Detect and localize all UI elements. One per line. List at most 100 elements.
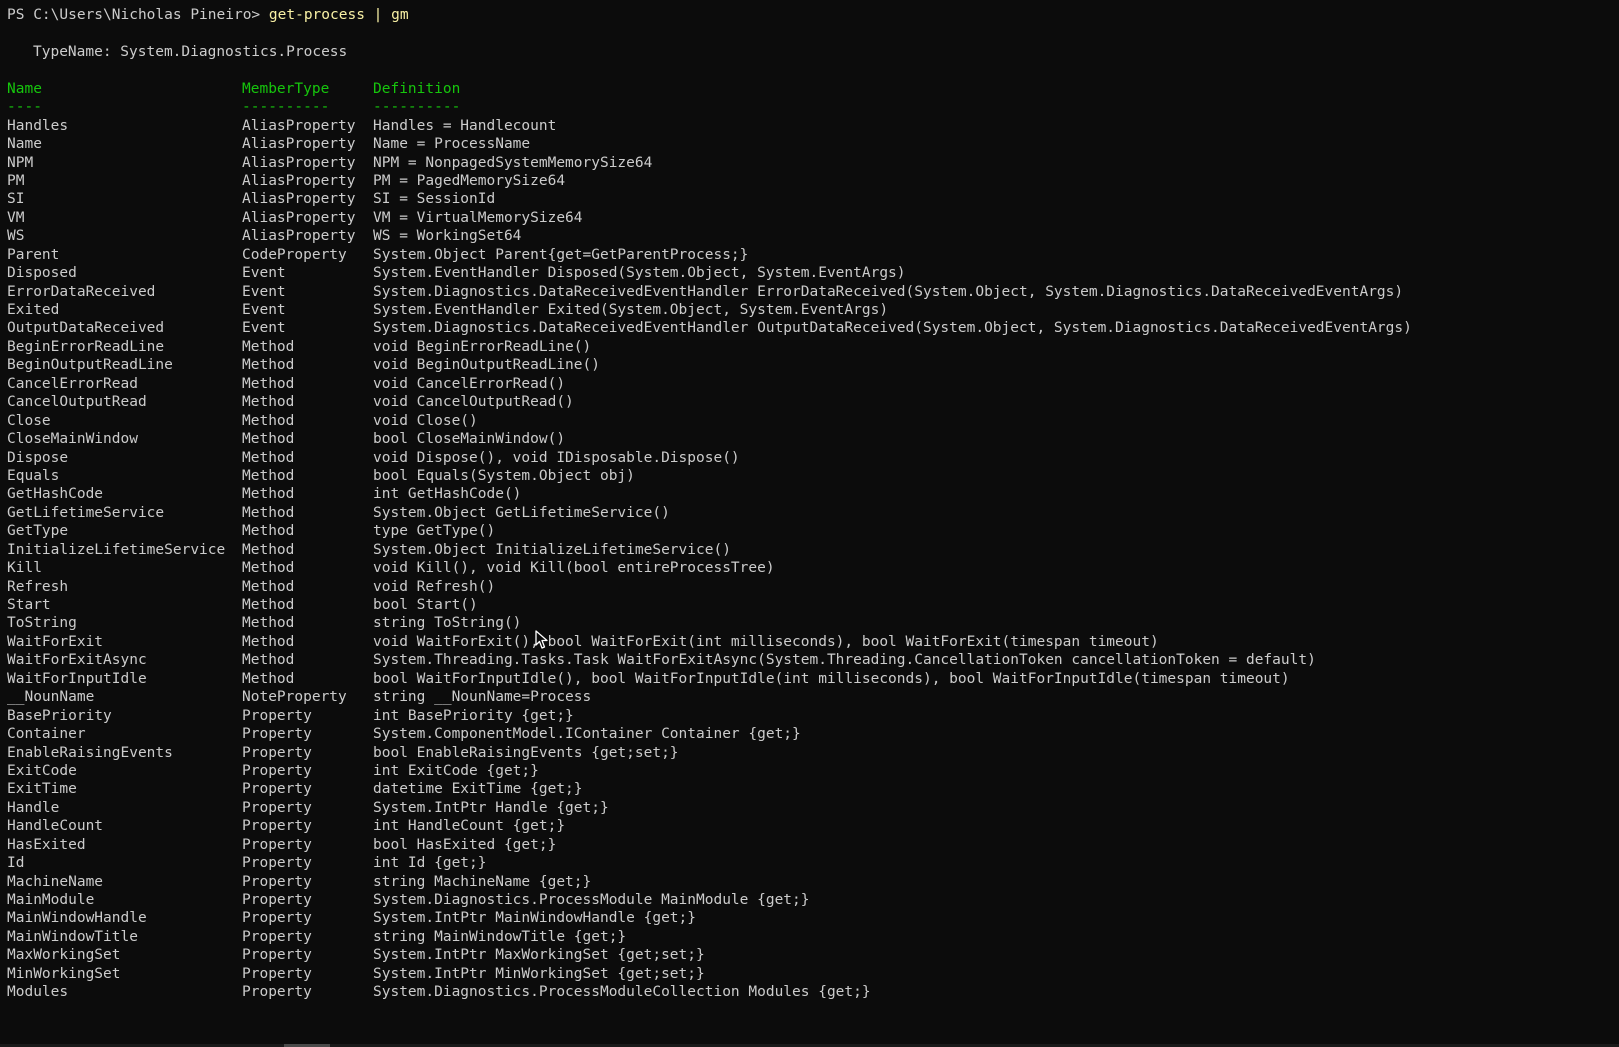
member-definition: bool Equals(System.Object obj): [373, 467, 635, 484]
typename-line: TypeName: System.Diagnostics.Process: [33, 43, 348, 60]
member-type: Property: [242, 855, 312, 872]
member-name: Modules: [7, 984, 69, 1001]
member-definition: Name = ProcessName: [373, 136, 531, 153]
member-definition: bool HasExited {get;}: [373, 836, 557, 853]
table-row: InitializeLifetimeService Method System.Ob…: [7, 541, 1619, 559]
member-type: Method: [242, 449, 295, 466]
member-type: NoteProperty: [242, 689, 347, 706]
member-type: Property: [242, 928, 312, 945]
member-name: ExitTime: [7, 781, 77, 798]
member-name: InitializeLifetimeService: [7, 541, 226, 558]
table-header-separator: ---- ---------- ----------: [7, 98, 1619, 116]
member-definition: System.IntPtr MainWindowHandle {get;}: [373, 910, 697, 927]
table-row: Id Property int Id {get;}: [7, 854, 1619, 872]
member-type: Method: [242, 357, 295, 374]
member-definition: System.Diagnostics.DataReceivedEventHand…: [373, 283, 1404, 300]
member-definition: System.Object GetLifetimeService(): [373, 504, 670, 521]
table-row: NPM AliasProperty NPM = NonpagedSystemMemo…: [7, 154, 1619, 172]
member-name: WaitForExit: [7, 633, 104, 650]
member-name: SI: [7, 191, 25, 208]
member-type: Property: [242, 799, 312, 816]
member-name: BasePriority: [7, 707, 112, 724]
member-definition: Handles = Handlecount: [373, 117, 557, 134]
member-name: Handles: [7, 117, 69, 134]
member-name: CancelOutputRead: [7, 394, 147, 411]
member-definition: string ToString(): [373, 615, 522, 632]
member-type: Method: [242, 431, 295, 448]
table-row: BasePriority Property int BasePriority {ge…: [7, 707, 1619, 725]
table-row: MachineName Property string MachineName {g…: [7, 873, 1619, 891]
table-row: Kill Method void Kill(), void Kill(bool en…: [7, 559, 1619, 577]
member-name: ErrorDataReceived: [7, 283, 156, 300]
table-row: WaitForExit Method void WaitForExit(), boo…: [7, 633, 1619, 651]
member-definition: void Kill(), void Kill(bool entireProces…: [373, 560, 775, 577]
header-membertype: MemberType: [242, 80, 330, 97]
prompt-path: PS C:\Users\Nicholas Pineiro>: [7, 7, 269, 23]
table-row: Exited Event System.EventHandler Exited(Sy…: [7, 301, 1619, 319]
table-row: WaitForInputIdle Method bool WaitForInputI…: [7, 670, 1619, 688]
member-definition: bool CloseMainWindow(): [373, 431, 566, 448]
member-type: Event: [242, 265, 286, 282]
member-name: NPM: [7, 154, 34, 171]
table-row: EnableRaisingEvents Property bool EnableRa…: [7, 744, 1619, 762]
member-type: Property: [242, 910, 312, 927]
member-type: AliasProperty: [242, 154, 356, 171]
table-row: Equals Method bool Equals(System.Object ob…: [7, 467, 1619, 485]
member-name: BeginOutputReadLine: [7, 357, 173, 374]
table-row: BeginOutputReadLine Method void BeginOutpu…: [7, 356, 1619, 374]
member-definition: PM = PagedMemorySize64: [373, 172, 566, 189]
table-row: MainWindowTitle Property string MainWindow…: [7, 928, 1619, 946]
header-membertype-separator: ----------: [242, 99, 330, 116]
prompt-line: PS C:\Users\Nicholas Pineiro> get-proces…: [7, 6, 1619, 24]
member-definition: System.Object Parent{get=GetParentProces…: [373, 246, 749, 263]
member-type: Method: [242, 560, 295, 577]
member-name: Exited: [7, 302, 60, 318]
table-row: MinWorkingSet Property System.IntPtr MinWo…: [7, 965, 1619, 983]
table-row: Handle Property System.IntPtr Handle {get;…: [7, 799, 1619, 817]
member-definition: string MachineName {get;}: [373, 873, 592, 890]
member-type: AliasProperty: [242, 209, 356, 226]
member-name: WS: [7, 228, 25, 245]
member-name: Id: [7, 855, 25, 872]
member-type: Method: [242, 375, 295, 392]
table-row: ErrorDataReceived Event System.Diagnostics…: [7, 283, 1619, 301]
member-definition: int GetHashCode(): [373, 486, 522, 503]
member-type: Method: [242, 523, 295, 540]
member-name: BeginErrorReadLine: [7, 338, 165, 355]
table-row: Modules Property System.Diagnostics.Proces…: [7, 983, 1619, 1001]
table-row: Handles AliasProperty Handles = Handlecoun…: [7, 117, 1619, 135]
table-row: OutputDataReceived Event System.Diagnostic…: [7, 319, 1619, 337]
member-type: Method: [242, 670, 295, 687]
member-name: GetLifetimeService: [7, 504, 165, 521]
member-type: Event: [242, 302, 286, 318]
member-definition: bool WaitForInputIdle(), bool WaitForInp…: [373, 670, 1290, 687]
member-definition: void WaitForExit(), bool WaitForExit(int…: [373, 633, 1159, 650]
table-row: PM AliasProperty PM = PagedMemorySize64: [7, 172, 1619, 190]
member-type: Property: [242, 744, 312, 761]
member-name: Start: [7, 597, 51, 613]
member-definition: WS = WorkingSet64: [373, 228, 522, 245]
member-definition: VM = VirtualMemorySize64: [373, 209, 583, 226]
terminal-output[interactable]: PS C:\Users\Nicholas Pineiro> get-proces…: [7, 6, 1619, 1002]
member-name: WaitForExitAsync: [7, 652, 147, 669]
member-definition: void Dispose(), void IDisposable.Dispose…: [373, 449, 740, 466]
member-definition: System.EventHandler Exited(System.Object…: [373, 302, 889, 318]
member-name: MainWindowHandle: [7, 910, 147, 927]
header-name-separator: ----: [7, 99, 42, 116]
member-type: Property: [242, 836, 312, 853]
member-name: Kill: [7, 560, 42, 577]
member-definition: void Close(): [373, 412, 478, 429]
member-type: Method: [242, 486, 295, 503]
member-type: Property: [242, 984, 312, 1001]
table-row: MainModule Property System.Diagnostics.Pro…: [7, 891, 1619, 909]
member-type: Property: [242, 762, 312, 779]
member-name: ExitCode: [7, 762, 77, 779]
table-row: WaitForExitAsync Method System.Threading.T…: [7, 651, 1619, 669]
member-type: Property: [242, 726, 312, 743]
member-definition: System.IntPtr Handle {get;}: [373, 799, 609, 816]
member-name: Parent: [7, 246, 60, 263]
member-definition: System.Diagnostics.DataReceivedEventHand…: [373, 320, 1412, 337]
member-type: Property: [242, 873, 312, 890]
header-name: Name: [7, 80, 42, 97]
